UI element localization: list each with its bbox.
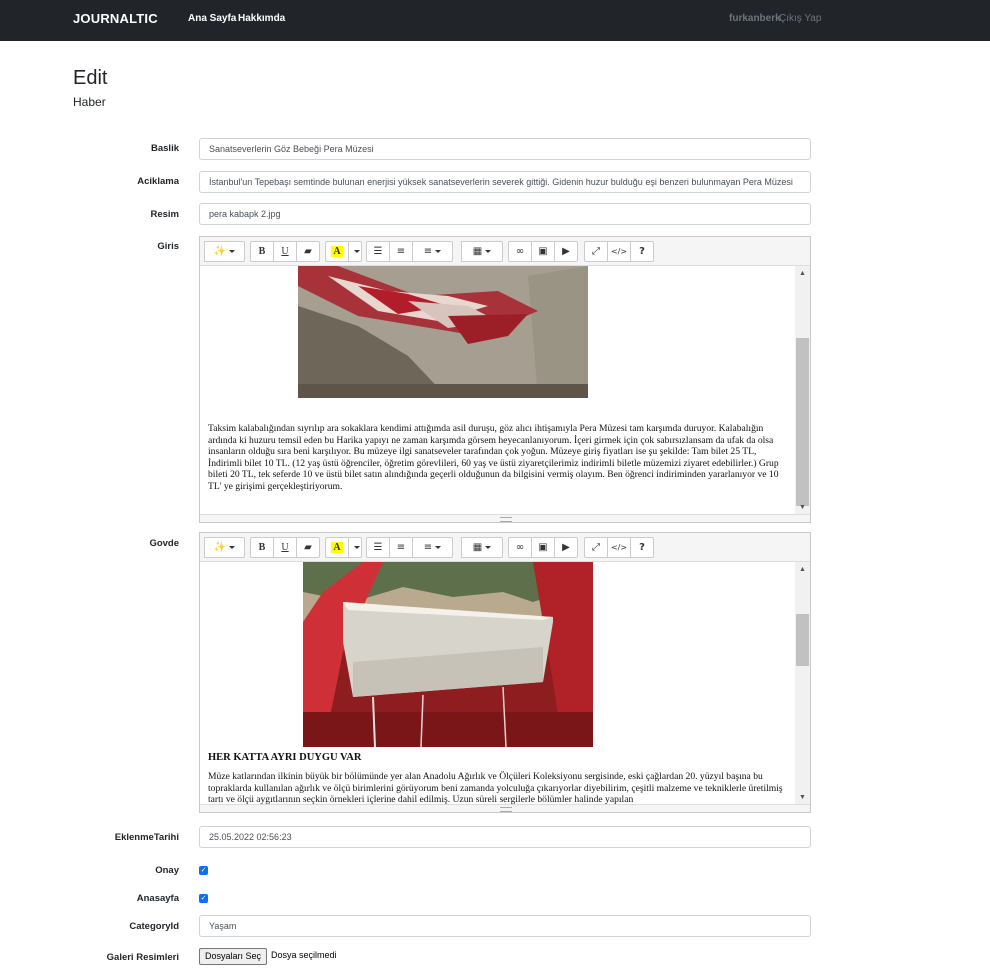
govde-heading: HER KATTA AYRI DUYGU VAR [208, 752, 362, 763]
font-color-icon[interactable]: A [325, 241, 349, 262]
page-title: Edit [73, 67, 108, 89]
help-icon[interactable]: ? [630, 241, 654, 262]
scroll-up-icon[interactable]: ▲ [795, 266, 810, 280]
scroll-down-icon[interactable]: ▼ [795, 500, 810, 514]
eklenme-label: EklenmeTarihi [114, 832, 179, 843]
font-color-dropdown-icon[interactable] [348, 537, 362, 558]
image-icon[interactable]: ▣ [531, 241, 555, 262]
govde-scrollbar[interactable]: ▲ ▼ [795, 562, 810, 804]
govde-editor: ✨ B U ▰ A ☰ ≡ ≡ ▦ ∞ ▣ ▶ ⤢ </> ? HER KATT… [199, 532, 811, 813]
resim-label: Resim [150, 209, 179, 220]
aciklama-label: Aciklama [137, 176, 179, 187]
underline-icon[interactable]: U [273, 537, 297, 558]
magic-icon[interactable]: ✨ [204, 241, 245, 262]
giris-label: Giris [157, 241, 179, 252]
magic-icon[interactable]: ✨ [204, 537, 245, 558]
align-icon[interactable]: ≡ [412, 241, 453, 262]
govde-toolbar: ✨ B U ▰ A ☰ ≡ ≡ ▦ ∞ ▣ ▶ ⤢ </> ? [200, 533, 810, 562]
nav-link-about[interactable]: Hakkımda [238, 13, 285, 24]
giris-scroll-thumb[interactable] [796, 338, 809, 506]
ordered-list-icon[interactable]: ≡ [389, 537, 413, 558]
anasayfa-label: Anasayfa [136, 893, 179, 904]
govde-resize-handle[interactable] [200, 804, 810, 812]
giris-paragraph: Taksim kalabalığından sıyrılıp ara sokak… [208, 423, 779, 492]
table-icon[interactable]: ▦ [461, 241, 503, 262]
galeri-label: Galeri Resimleri [106, 952, 179, 963]
eraser-icon[interactable]: ▰ [296, 537, 320, 558]
nav-link-home[interactable]: Ana Sayfa [188, 13, 236, 24]
fullscreen-icon[interactable]: ⤢ [584, 241, 608, 262]
font-color-icon[interactable]: A [325, 537, 349, 558]
video-icon[interactable]: ▶ [554, 537, 578, 558]
scroll-up-icon[interactable]: ▲ [795, 562, 810, 576]
eraser-icon[interactable]: ▰ [296, 241, 320, 262]
bold-icon[interactable]: B [250, 241, 274, 262]
category-label: CategoryId [129, 921, 179, 932]
govde-paragraph: Müze katlarından ilkinin büyük bir bölüm… [208, 771, 783, 804]
govde-scroll-thumb[interactable] [796, 614, 809, 666]
onay-checkbox[interactable]: ✓ [199, 866, 208, 875]
eklenme-input[interactable]: 25.05.2022 02:56:23 [199, 826, 811, 848]
scroll-down-icon[interactable]: ▼ [795, 790, 810, 804]
giris-content[interactable]: Taksim kalabalığından sıyrılıp ara sokak… [200, 266, 810, 514]
code-view-icon[interactable]: </> [607, 537, 631, 558]
giris-artwork-image [298, 266, 588, 398]
govde-artwork-image [303, 562, 593, 747]
giris-toolbar: ✨ B U ▰ A ☰ ≡ ≡ ▦ ∞ ▣ ▶ ⤢ </> ? [200, 237, 810, 266]
giris-editor: ✨ B U ▰ A ☰ ≡ ≡ ▦ ∞ ▣ ▶ ⤢ </> ? Taksim k… [199, 236, 811, 523]
link-icon[interactable]: ∞ [508, 241, 532, 262]
nav-logout[interactable]: Çıkış Yap [779, 13, 821, 24]
anasayfa-checkbox[interactable]: ✓ [199, 894, 208, 903]
unordered-list-icon[interactable]: ☰ [366, 241, 390, 262]
code-view-icon[interactable]: </> [607, 241, 631, 262]
underline-icon[interactable]: U [273, 241, 297, 262]
align-icon[interactable]: ≡ [412, 537, 453, 558]
unordered-list-icon[interactable]: ☰ [366, 537, 390, 558]
govde-label: Govde [149, 538, 179, 549]
file-status: Dosya seçilmedi [271, 950, 337, 960]
navbar: JOURNALTIC Ana Sayfa Hakkımda furkanberk… [0, 0, 990, 41]
file-select-button[interactable]: Dosyaları Seç [199, 948, 268, 965]
bold-icon[interactable]: B [250, 537, 274, 558]
ordered-list-icon[interactable]: ≡ [389, 241, 413, 262]
resim-input[interactable]: pera kabapk 2.jpg [199, 203, 811, 225]
link-icon[interactable]: ∞ [508, 537, 532, 558]
giris-resize-handle[interactable] [200, 514, 810, 522]
video-icon[interactable]: ▶ [554, 241, 578, 262]
table-icon[interactable]: ▦ [461, 537, 503, 558]
help-icon[interactable]: ? [630, 537, 654, 558]
nav-username[interactable]: furkanberk [729, 13, 781, 24]
fullscreen-icon[interactable]: ⤢ [584, 537, 608, 558]
image-icon[interactable]: ▣ [531, 537, 555, 558]
font-color-dropdown-icon[interactable] [348, 241, 362, 262]
brand-logo[interactable]: JOURNALTIC [73, 11, 158, 26]
baslik-input[interactable]: Sanatseverlerin Göz Bebeği Pera Müzesi [199, 138, 811, 160]
govde-content[interactable]: HER KATTA AYRI DUYGU VAR Müze katlarında… [200, 562, 810, 804]
page-subtitle: Haber [73, 95, 106, 109]
category-input[interactable]: Yaşam [199, 915, 811, 937]
aciklama-input[interactable]: İstanbul'un Tepebaşı semtinde bulunan en… [199, 171, 811, 193]
giris-scrollbar[interactable]: ▲ ▼ [795, 266, 810, 514]
onay-label: Onay [155, 865, 179, 876]
baslik-label: Baslik [151, 143, 179, 154]
